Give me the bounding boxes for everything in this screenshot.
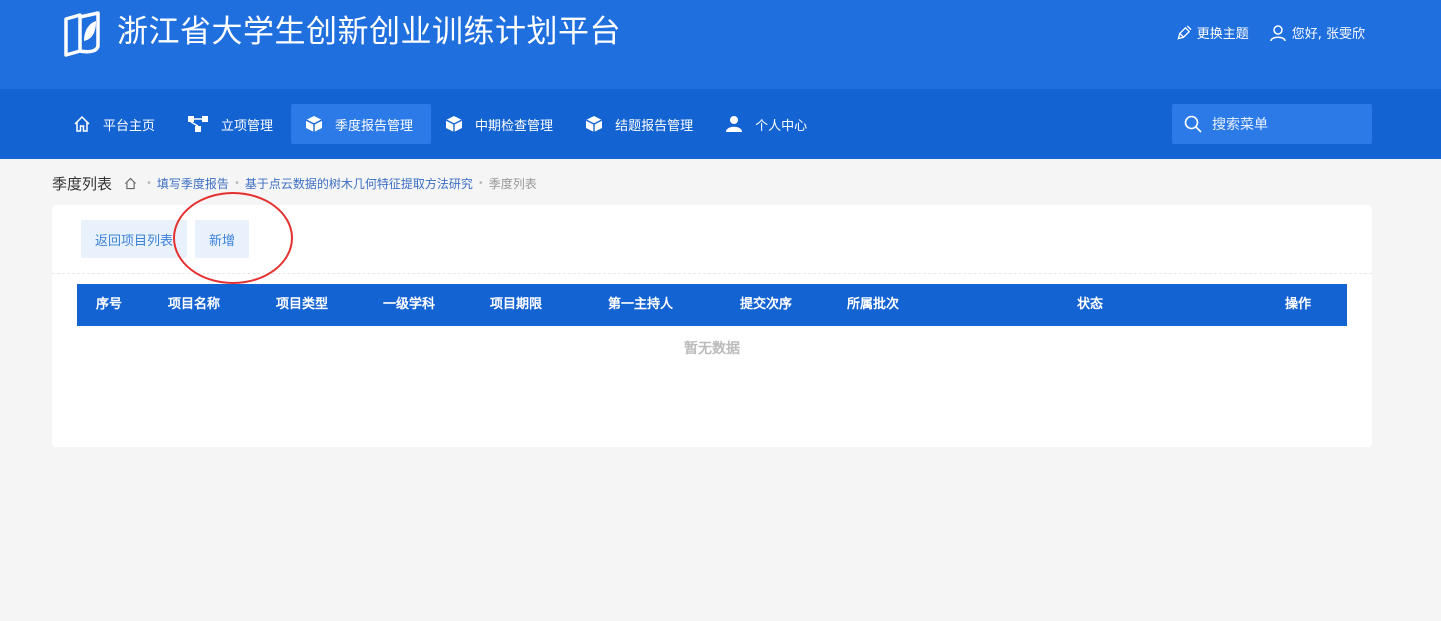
nav-item-label: 立项管理 xyxy=(221,118,274,134)
platform-logo-icon xyxy=(64,11,100,57)
header: 浙江省大学生创新创业训练计划平台 更换主题 您好, 张雯欣 xyxy=(0,0,1441,89)
nav-item-label: 平台主页 xyxy=(103,118,156,134)
content-card: 返回项目列表 新增 序号 项目名称 项目类型 一级学科 项目期限 第一主持人 提… xyxy=(52,205,1372,447)
column-header-discipline[interactable]: 一级学科 xyxy=(383,284,435,326)
nav-item-label: 结题报告管理 xyxy=(615,118,694,134)
breadcrumb: 季度列表 • 填写季度报告 • 基于点云数据的树木几何特征提取方法研究 • 季度… xyxy=(52,172,537,194)
table-empty-text: 暂无数据 xyxy=(684,341,740,357)
nav-item-label: 中期检查管理 xyxy=(475,118,554,134)
brush-icon xyxy=(1177,25,1192,40)
breadcrumb-separator: • xyxy=(233,177,240,189)
cube-icon xyxy=(585,116,603,132)
column-header-first-host[interactable]: 第一主持人 xyxy=(608,284,673,326)
table-header: 序号 项目名称 项目类型 一级学科 项目期限 第一主持人 提交次序 所属批次 状… xyxy=(77,284,1347,326)
nav-item-home[interactable]: 平台主页 xyxy=(59,104,173,144)
breadcrumb-separator: • xyxy=(477,177,484,189)
change-theme-button[interactable]: 更换主题 xyxy=(1177,23,1249,42)
home-icon[interactable] xyxy=(124,177,137,190)
home-icon xyxy=(74,115,90,132)
cube-icon xyxy=(445,116,463,132)
breadcrumb-link-fill-report[interactable]: 填写季度报告 xyxy=(157,175,229,192)
back-to-project-list-button[interactable]: 返回项目列表 xyxy=(81,220,187,258)
main-nav: 平台主页 立项管理 季度报告管理 中期检查管理 结题报告管理 个人中心 搜索菜单 xyxy=(0,89,1441,159)
hierarchy-icon xyxy=(188,116,209,132)
column-header-status[interactable]: 状态 xyxy=(1077,284,1103,326)
nav-item-personal-center[interactable]: 个人中心 xyxy=(711,104,825,144)
nav-item-midterm-check[interactable]: 中期检查管理 xyxy=(431,104,571,144)
nav-item-label: 个人中心 xyxy=(755,118,808,134)
add-button[interactable]: 新增 xyxy=(195,220,249,258)
nav-item-label: 季度报告管理 xyxy=(335,118,414,134)
breadcrumb-separator: • xyxy=(146,177,152,189)
divider xyxy=(52,273,1372,274)
column-header-project-name[interactable]: 项目名称 xyxy=(168,284,220,326)
column-header-actions[interactable]: 操作 xyxy=(1285,284,1311,326)
change-theme-label: 更换主题 xyxy=(1196,27,1249,42)
column-header-index[interactable]: 序号 xyxy=(96,284,122,326)
nav-item-quarterly-report[interactable]: 季度报告管理 xyxy=(291,104,432,144)
nav-item-project-management[interactable]: 立项管理 xyxy=(173,104,291,144)
user-icon xyxy=(1269,24,1286,41)
user-greeting: 您好, 张雯欣 xyxy=(1291,27,1365,42)
column-header-project-term[interactable]: 项目期限 xyxy=(490,284,542,326)
cube-icon xyxy=(305,116,323,132)
column-header-batch[interactable]: 所属批次 xyxy=(847,284,899,326)
column-header-submission-order[interactable]: 提交次序 xyxy=(740,284,792,326)
breadcrumb-link-project[interactable]: 基于点云数据的树木几何特征提取方法研究 xyxy=(245,175,473,192)
nav-item-final-report[interactable]: 结题报告管理 xyxy=(571,104,711,144)
user-menu[interactable]: 您好, 张雯欣 xyxy=(1269,23,1365,42)
breadcrumb-current: 季度列表 xyxy=(488,176,537,191)
search-icon xyxy=(1184,115,1202,133)
page-title: 季度列表 xyxy=(52,174,113,193)
column-header-project-type[interactable]: 项目类型 xyxy=(276,284,328,326)
user-icon xyxy=(726,116,743,132)
search-placeholder: 搜索菜单 xyxy=(1212,117,1268,133)
site-title: 浙江省大学生创新创业训练计划平台 xyxy=(117,14,621,50)
menu-search-input[interactable]: 搜索菜单 xyxy=(1172,104,1372,144)
